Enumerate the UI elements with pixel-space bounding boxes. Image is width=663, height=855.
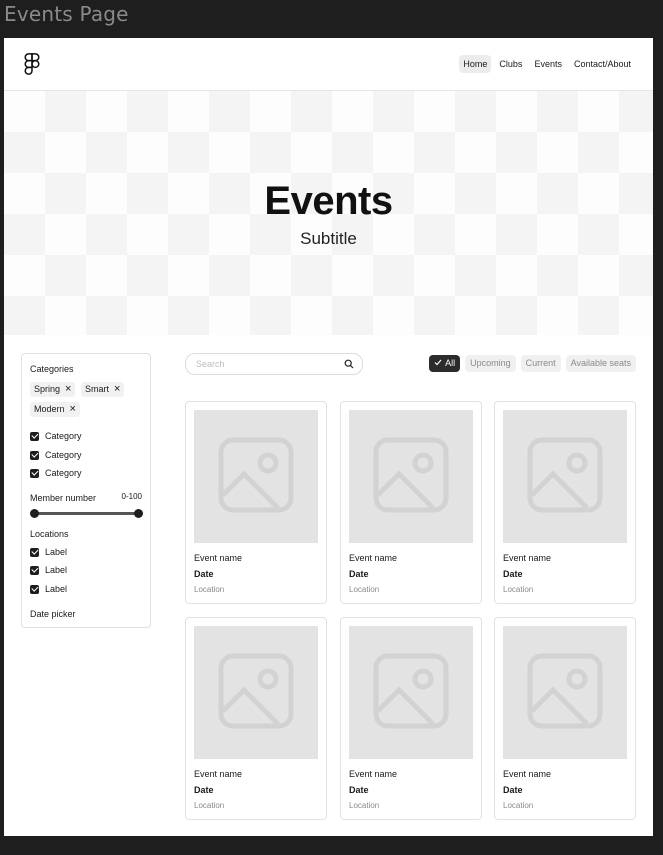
event-location: Location — [349, 801, 380, 810]
event-card[interactable]: Event name Date Location — [494, 401, 636, 604]
close-icon[interactable]: × — [65, 382, 71, 397]
event-card[interactable]: Event name Date Location — [185, 617, 327, 820]
filter-label: All — [445, 358, 456, 368]
checkbox-label: Label — [45, 547, 68, 557]
chip-label: Modern — [34, 404, 65, 414]
nav-item-home[interactable]: Home — [459, 55, 492, 73]
event-image — [194, 626, 318, 759]
event-image — [194, 410, 318, 543]
event-date: Date — [194, 785, 214, 795]
checkbox-label: Label — [45, 565, 68, 575]
event-name: Event name — [194, 769, 243, 779]
category-checkbox-row[interactable]: Category — [30, 450, 82, 460]
search-input[interactable] — [194, 358, 338, 370]
page-subtitle: Subtitle — [300, 229, 357, 248]
filter-sidebar: Categories Spring × Smart × Modern × Cat… — [21, 353, 151, 628]
slider-thumb-low[interactable] — [29, 509, 39, 518]
checkbox[interactable] — [30, 584, 39, 594]
event-location: Location — [194, 585, 225, 594]
event-filter-tabs: All Upcoming Current Available seats — [429, 355, 636, 372]
member-range-readout: 0-100 — [121, 492, 142, 501]
checkbox-label: Label — [45, 584, 68, 594]
image-placeholder-icon — [373, 437, 449, 513]
category-checkbox-row[interactable]: Category — [30, 468, 82, 478]
event-name: Event name — [349, 553, 398, 563]
date-picker-label[interactable]: Date picker — [30, 609, 76, 619]
event-name: Event name — [349, 769, 398, 779]
image-placeholder-icon — [527, 437, 603, 513]
main-nav: Home Clubs Events Contact/About — [459, 55, 635, 73]
chip-spring: Spring × — [30, 382, 76, 397]
filter-current[interactable]: Current — [520, 355, 561, 372]
event-location: Location — [194, 801, 225, 810]
category-checkbox-row[interactable]: Category — [30, 431, 82, 441]
page-title: Events — [264, 179, 393, 223]
event-date: Date — [349, 785, 369, 795]
location-checkbox-row[interactable]: Label — [30, 584, 67, 594]
event-date: Date — [503, 569, 523, 579]
checkbox-label: Category — [45, 450, 82, 460]
nav-item-clubs[interactable]: Clubs — [495, 55, 526, 73]
search-bar — [185, 353, 363, 375]
event-date: Date — [349, 569, 369, 579]
hero-banner: Events Subtitle — [4, 91, 653, 335]
site-header: Home Clubs Events Contact/About — [4, 38, 653, 91]
nav-item-contact-about[interactable]: Contact/About — [570, 55, 635, 73]
close-icon[interactable]: × — [70, 402, 76, 417]
chip-smart: Smart × — [81, 382, 125, 397]
event-card[interactable]: Event name Date Location — [340, 401, 482, 604]
frame-title: Events Page — [4, 2, 129, 26]
member-range-slider[interactable] — [29, 509, 143, 518]
event-name: Event name — [194, 553, 243, 563]
event-image — [349, 626, 473, 759]
event-card[interactable]: Event name Date Location — [494, 617, 636, 820]
checkbox-label: Category — [45, 468, 82, 478]
filter-upcoming[interactable]: Upcoming — [465, 355, 516, 372]
checkbox[interactable] — [30, 565, 39, 575]
image-placeholder-icon — [373, 653, 449, 729]
check-icon — [434, 359, 442, 366]
event-image — [503, 626, 627, 759]
nav-item-events[interactable]: Events — [530, 55, 566, 73]
event-location: Location — [503, 801, 534, 810]
figma-logo-icon[interactable] — [23, 53, 41, 75]
image-placeholder-icon — [218, 653, 294, 729]
chip-label: Spring — [34, 384, 61, 394]
categories-heading: Categories — [30, 364, 74, 374]
event-name: Event name — [503, 769, 552, 779]
location-checkbox-row[interactable]: Label — [30, 565, 67, 575]
checkbox[interactable] — [30, 450, 39, 460]
event-location: Location — [503, 585, 534, 594]
chip-modern: Modern × — [30, 402, 80, 417]
locations-heading: Locations — [30, 529, 69, 539]
checkbox-label: Category — [45, 431, 82, 441]
image-placeholder-icon — [527, 653, 603, 729]
slider-fill — [34, 512, 138, 515]
event-image — [349, 410, 473, 543]
events-page: Home Clubs Events Contact/About Events S… — [4, 38, 653, 836]
image-placeholder-icon — [218, 437, 294, 513]
filter-all[interactable]: All — [429, 355, 461, 372]
event-card[interactable]: Event name Date Location — [185, 401, 327, 604]
event-location: Location — [349, 585, 380, 594]
location-checkbox-row[interactable]: Label — [30, 547, 67, 557]
checkbox[interactable] — [30, 547, 39, 557]
event-date: Date — [194, 569, 214, 579]
filter-available-seats[interactable]: Available seats — [565, 355, 636, 372]
slider-thumb-high[interactable] — [133, 509, 143, 518]
chip-label: Smart — [85, 384, 110, 394]
search-icon[interactable] — [344, 359, 354, 369]
member-number-heading: Member number — [30, 493, 97, 503]
checkbox[interactable] — [30, 468, 39, 478]
checkbox[interactable] — [30, 431, 39, 441]
hero-text: Events Subtitle — [4, 179, 653, 249]
event-date: Date — [503, 785, 523, 795]
event-name: Event name — [503, 553, 552, 563]
event-image — [503, 410, 627, 543]
event-card[interactable]: Event name Date Location — [340, 617, 482, 820]
close-icon[interactable]: × — [114, 382, 120, 397]
